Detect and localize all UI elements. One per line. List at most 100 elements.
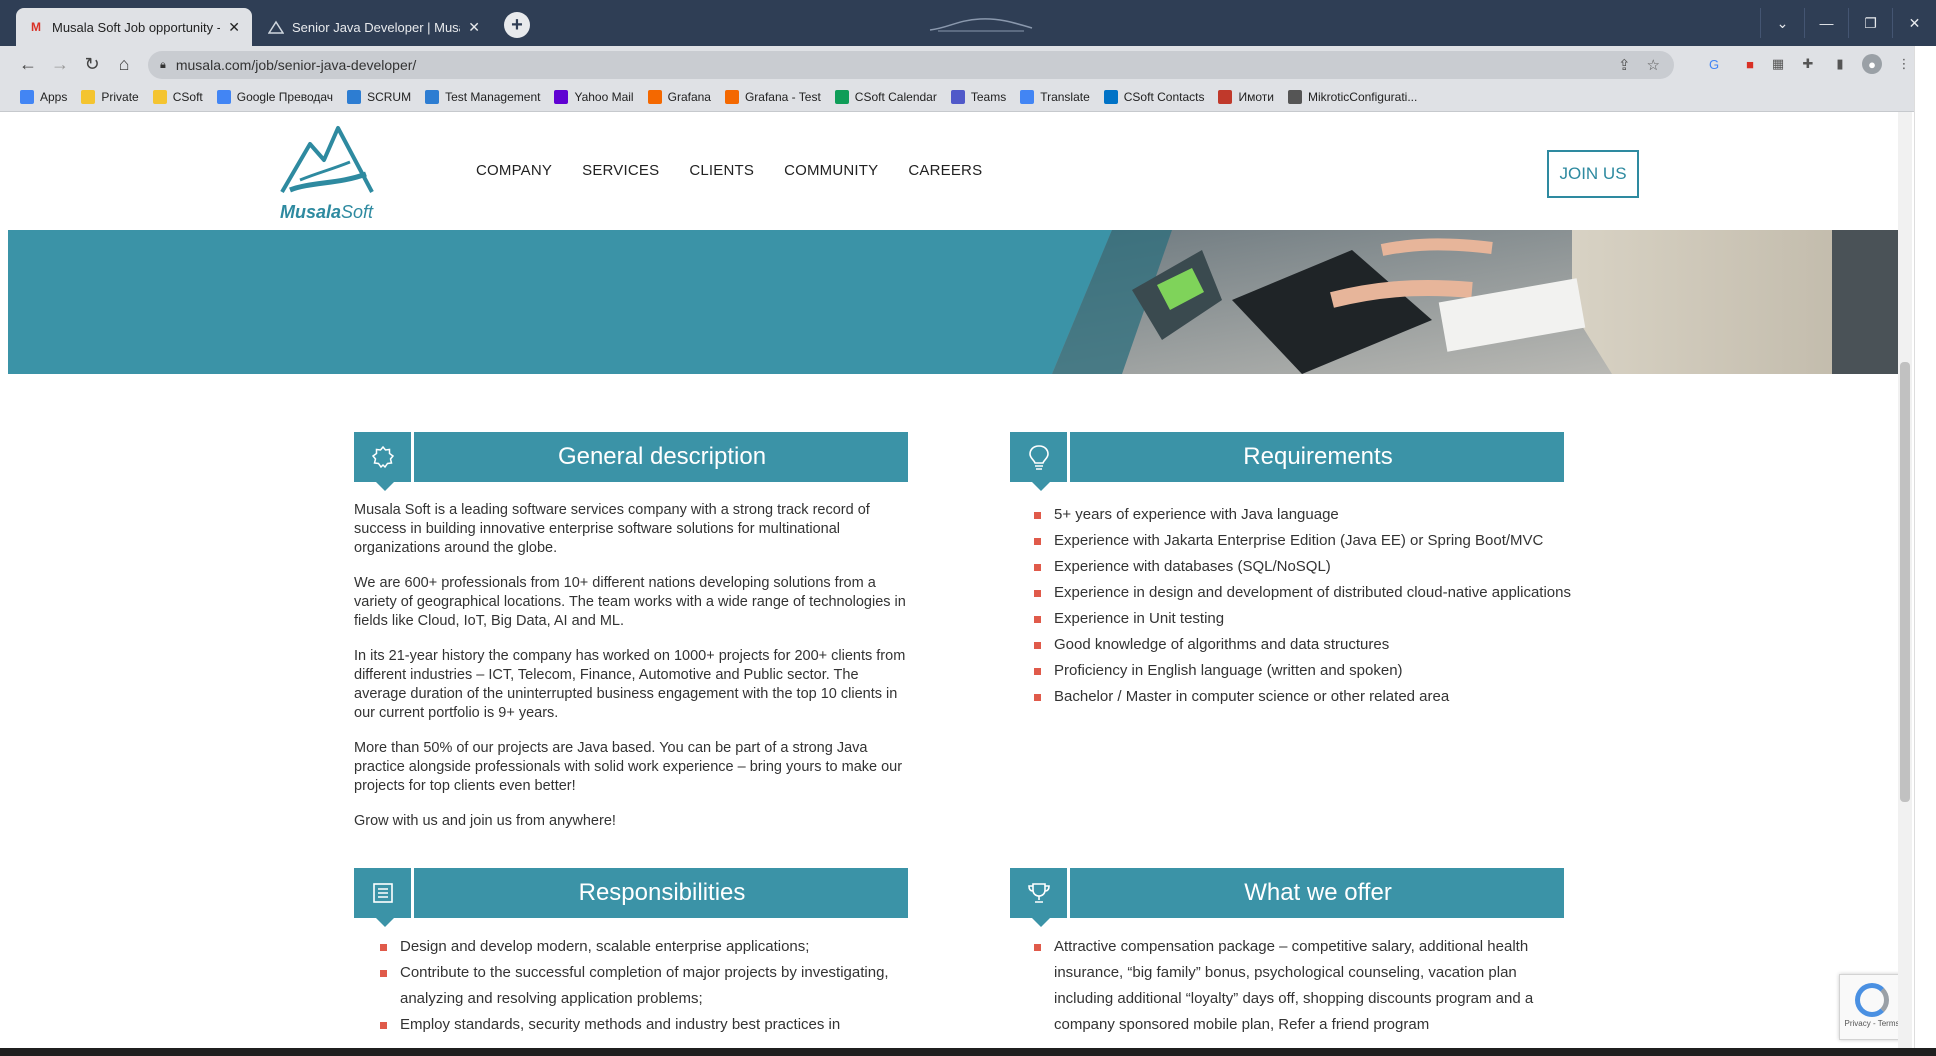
recaptcha-badge[interactable]: Privacy - Terms xyxy=(1839,974,1905,1040)
bookmark-icon xyxy=(152,89,167,104)
gmail-icon: M xyxy=(31,20,41,34)
bookmarks-bar: Apps Private CSoft Google Преводач SCRUM Test… xyxy=(0,82,1936,112)
close-tab-icon[interactable]: ✕ xyxy=(468,19,480,36)
bookmark-item[interactable]: Translate xyxy=(1020,89,1090,104)
scrollbar-thumb[interactable] xyxy=(1900,362,1910,802)
general-paragraph: In its 21-year history the company has w… xyxy=(354,648,906,721)
bookmark-item[interactable]: Grafana - Test xyxy=(724,89,821,104)
general-description-header: General description xyxy=(354,432,908,491)
close-window-button[interactable]: ✕ xyxy=(1892,8,1936,38)
list-item: Experience with Jakarta Enterprise Editi… xyxy=(1034,528,1574,554)
os-taskbar xyxy=(0,1048,1936,1056)
browser-tab-bar: M Musala Soft Job opportunity - Au ✕ Sen… xyxy=(0,0,1936,46)
browser-tab-musala[interactable]: Senior Java Developer | Musala S ✕ xyxy=(256,8,492,46)
adjacent-window-edge xyxy=(1914,46,1936,1056)
lock-icon: 🔒︎ xyxy=(160,58,166,71)
bookmark-item[interactable]: CSoft xyxy=(152,89,203,104)
bookmark-label: CSoft Calendar xyxy=(854,89,937,104)
menu-kebab-icon[interactable]: ⋮ xyxy=(1894,54,1914,74)
recaptcha-logo-icon xyxy=(1855,983,1889,1017)
bookmark-icon xyxy=(1218,89,1233,104)
bookmark-icon xyxy=(347,89,362,104)
general-paragraph: Musala Soft is a leading software servic… xyxy=(354,502,870,556)
bookmark-label: Test Management xyxy=(445,89,541,104)
what-we-offer-header: What we offer xyxy=(1010,868,1564,927)
lightbulb-icon xyxy=(1010,432,1070,491)
bookmark-item[interactable]: CSoft Calendar xyxy=(834,89,937,104)
requirements-header: Requirements xyxy=(1010,432,1564,491)
browser-tab-gmail[interactable]: M Musala Soft Job opportunity - Au ✕ xyxy=(16,8,252,46)
bookmark-label: CSoft xyxy=(172,89,203,104)
list-item: Experience with databases (SQL/NoSQL) xyxy=(1034,554,1574,580)
minimize-button[interactable]: — xyxy=(1804,8,1848,38)
bookmark-label: SCRUM xyxy=(367,89,412,104)
list-item: Design and develop modern, scalable ente… xyxy=(380,934,900,960)
musala-logo[interactable]: MusalaSoft xyxy=(280,122,380,226)
offer-list: Attractive compensation package – compet… xyxy=(1034,934,1574,1038)
general-paragraph: Grow with us and join us from anywhere! xyxy=(354,813,616,829)
nav-careers[interactable]: CAREERS xyxy=(908,162,982,179)
back-arrow-icon[interactable]: ← xyxy=(16,52,40,76)
bookmark-label: Grafana - Test xyxy=(744,89,821,104)
list-item: 5+ years of experience with Java languag… xyxy=(1034,502,1574,528)
translate-extension-icon[interactable]: G xyxy=(1704,54,1724,74)
bookmark-label: CSoft Contacts xyxy=(1123,89,1205,104)
home-icon[interactable]: ⌂ xyxy=(112,52,136,76)
join-us-button[interactable]: JOIN US xyxy=(1547,150,1639,198)
car-logo-icon xyxy=(929,18,1033,32)
bookmark-item[interactable]: SCRUM xyxy=(347,89,412,104)
bookmark-icon xyxy=(81,89,96,104)
responsibilities-list: Design and develop modern, scalable ente… xyxy=(380,934,900,1038)
new-tab-button[interactable]: + xyxy=(504,12,530,38)
page-scrollbar[interactable] xyxy=(1898,112,1912,1050)
bookmark-item[interactable]: Teams xyxy=(950,89,1006,104)
bookmark-item[interactable]: Имоти xyxy=(1218,89,1274,104)
browser-toolbar: ← → ↻ ⌂ 🔒︎ musala.com/job/senior-java-de… xyxy=(0,46,1936,82)
forward-arrow-icon[interactable]: → xyxy=(48,52,72,76)
address-bar[interactable]: 🔒︎ musala.com/job/senior-java-developer/… xyxy=(148,51,1674,79)
general-paragraph: We are 600+ professionals from 10+ diffe… xyxy=(354,575,906,629)
restore-button[interactable]: ❐ xyxy=(1848,8,1892,38)
list-item: Attractive compensation package – compet… xyxy=(1034,934,1574,1038)
bookmark-icon xyxy=(1287,89,1302,104)
list-item: Experience in design and development of … xyxy=(1034,580,1574,606)
nav-community[interactable]: COMMUNITY xyxy=(784,162,878,179)
logo-wordmark: MusalaSoft xyxy=(280,202,374,222)
bookmark-item[interactable]: Test Management xyxy=(425,89,541,104)
extension-icon[interactable]: ▦ xyxy=(1768,54,1788,74)
list-item: Good knowledge of algorithms and data st… xyxy=(1034,632,1574,658)
bookmark-item[interactable]: Private xyxy=(81,89,139,104)
bookmark-item[interactable]: Yahoo Mail xyxy=(554,89,634,104)
bookmark-label: Google Преводач xyxy=(236,89,334,104)
bookmark-icon xyxy=(216,89,231,104)
nav-clients[interactable]: CLIENTS xyxy=(689,162,754,179)
nav-services[interactable]: SERVICES xyxy=(582,162,659,179)
list-item: Employ standards, security methods and i… xyxy=(380,1012,900,1038)
badge-star-icon xyxy=(354,432,414,491)
bookmark-label: Grafana xyxy=(667,89,711,104)
list-item: Bachelor / Master in computer science or… xyxy=(1034,684,1574,710)
profile-avatar-icon[interactable]: ● xyxy=(1862,54,1882,74)
tab-title: Senior Java Developer | Musala S xyxy=(292,19,460,35)
tab-search-button[interactable]: ⌄ xyxy=(1760,8,1804,38)
bookmark-item[interactable]: Grafana xyxy=(647,89,711,104)
extension-badge-icon[interactable]: ■ xyxy=(1740,54,1760,74)
window-controls: ⌄ — ❐ ✕ xyxy=(1760,8,1936,38)
share-icon[interactable]: ⇪ xyxy=(1618,56,1631,74)
bookmark-label: Yahoo Mail xyxy=(574,89,634,104)
bookmark-icon xyxy=(834,89,849,104)
bookmark-item[interactable]: Apps xyxy=(20,89,67,104)
recaptcha-text[interactable]: Privacy - Terms xyxy=(1840,1019,1904,1028)
side-panel-icon[interactable]: ▮ xyxy=(1830,54,1850,74)
nav-company[interactable]: COMPANY xyxy=(476,162,552,179)
puzzle-extensions-icon[interactable]: ✚ xyxy=(1798,54,1818,74)
bookmark-item[interactable]: CSoft Contacts xyxy=(1103,89,1205,104)
bookmark-star-icon[interactable]: ☆ xyxy=(1647,56,1660,74)
hero-office-photo xyxy=(1052,230,1912,374)
bookmark-item[interactable]: Google Преводач xyxy=(216,89,334,104)
list-item: Proficiency in English language (written… xyxy=(1034,658,1574,684)
bookmark-item[interactable]: MikroticConfigurati... xyxy=(1287,89,1417,104)
tab-title: Musala Soft Job opportunity - Au xyxy=(52,19,220,35)
reload-icon[interactable]: ↻ xyxy=(80,52,104,76)
close-tab-icon[interactable]: ✕ xyxy=(228,19,240,36)
